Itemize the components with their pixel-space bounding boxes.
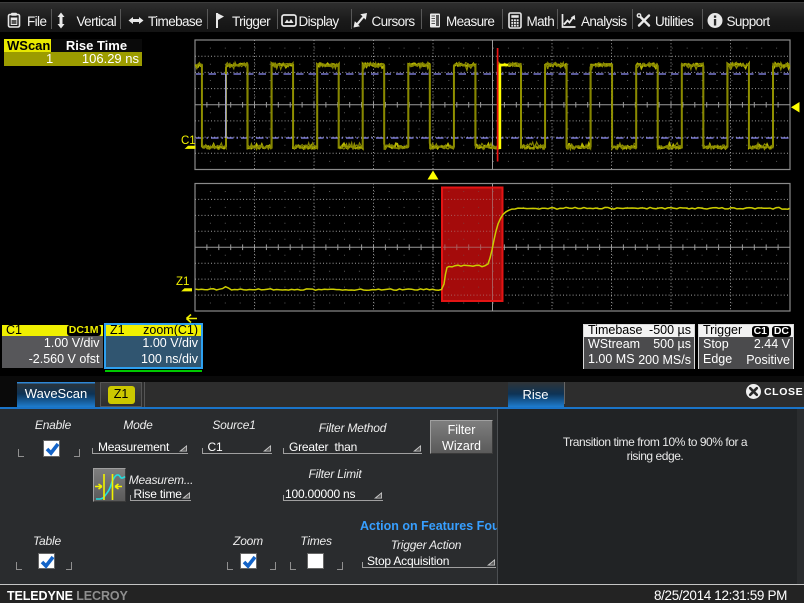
- svg-text:Z1: Z1: [176, 276, 189, 288]
- svg-text:C1: C1: [181, 135, 196, 147]
